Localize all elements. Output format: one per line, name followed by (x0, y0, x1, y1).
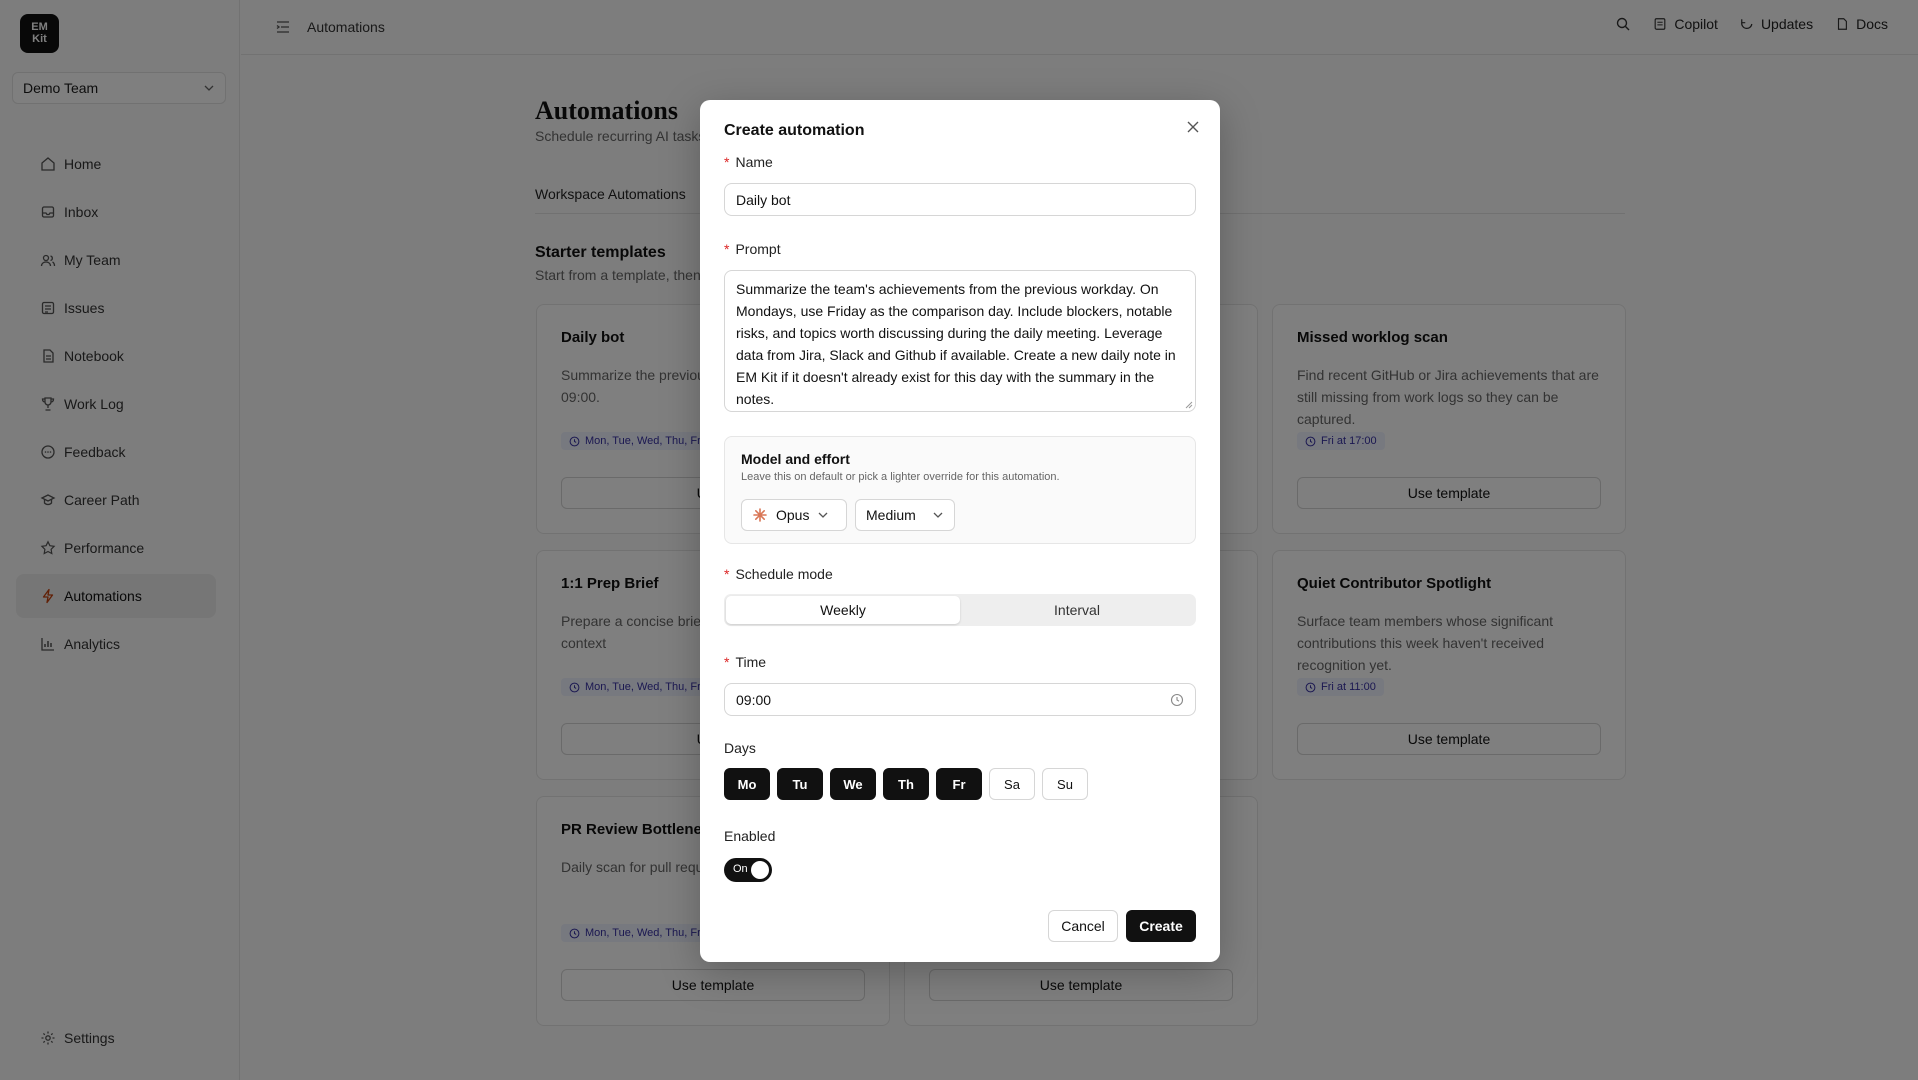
prompt-label-text: Prompt (735, 241, 781, 257)
model-select-value: Opus (776, 507, 810, 523)
schedule-option-weekly[interactable]: Weekly (726, 596, 960, 624)
prompt-textarea[interactable]: Summarize the team's achievements from t… (724, 270, 1196, 412)
enabled-label: Enabled (724, 828, 776, 844)
schedule-mode-label-text: Schedule mode (735, 566, 833, 582)
prompt-value: Summarize the team's achievements from t… (736, 281, 1176, 407)
create-automation-dialog: Create automation * Name Daily bot * Promp… (700, 100, 1220, 962)
required-marker: * (724, 654, 730, 670)
schedule-option-interval[interactable]: Interval (960, 596, 1194, 624)
model-effort-title: Model and effort (741, 451, 850, 467)
name-label: * Name (724, 154, 773, 170)
day-toggle-th[interactable]: Th (883, 768, 929, 800)
create-button[interactable]: Create (1126, 910, 1196, 942)
sparkle-icon (753, 508, 767, 522)
day-toggle-sa[interactable]: Sa (989, 768, 1035, 800)
time-field[interactable]: 09:00 (724, 683, 1196, 716)
model-effort-panel: Model and effort Leave this on default o… (724, 436, 1196, 544)
dialog-title: Create automation (724, 122, 865, 139)
model-select[interactable]: Opus (741, 499, 847, 531)
required-marker: * (724, 241, 730, 257)
name-label-text: Name (735, 154, 773, 170)
day-toggle-su[interactable]: Su (1042, 768, 1088, 800)
effort-select[interactable]: Medium (855, 499, 955, 531)
enabled-switch[interactable]: On (724, 858, 772, 882)
required-marker: * (724, 566, 730, 582)
day-toggle-mo[interactable]: Mo (724, 768, 770, 800)
required-marker: * (724, 154, 730, 170)
time-field-value: 09:00 (736, 691, 772, 708)
schedule-mode-label: * Schedule mode (724, 566, 833, 582)
day-toggle-fr[interactable]: Fr (936, 768, 982, 800)
time-label: * Time (724, 654, 766, 670)
prompt-label: * Prompt (724, 241, 781, 257)
day-toggle-tu[interactable]: Tu (777, 768, 823, 800)
switch-knob (751, 861, 769, 879)
day-toggle-we[interactable]: We (830, 768, 876, 800)
switch-label: On (733, 863, 748, 875)
days-label: Days (724, 740, 756, 756)
schedule-mode-toggle: Weekly Interval (724, 594, 1196, 626)
resize-grip-icon[interactable] (1185, 401, 1193, 409)
chevron-down-icon (819, 512, 828, 518)
name-field-value: Daily bot (736, 191, 791, 208)
chevron-down-icon (933, 512, 943, 518)
model-effort-subtitle: Leave this on default or pick a lighter … (741, 471, 1060, 483)
effort-select-value: Medium (866, 507, 916, 523)
time-label-text: Time (735, 654, 767, 670)
name-field[interactable]: Daily bot (724, 183, 1196, 216)
close-icon[interactable] (1186, 120, 1200, 134)
cancel-button[interactable]: Cancel (1048, 910, 1118, 942)
clock-icon[interactable] (1170, 693, 1184, 707)
days-selector: Mo Tu We Th Fr Sa Su (724, 768, 1088, 800)
